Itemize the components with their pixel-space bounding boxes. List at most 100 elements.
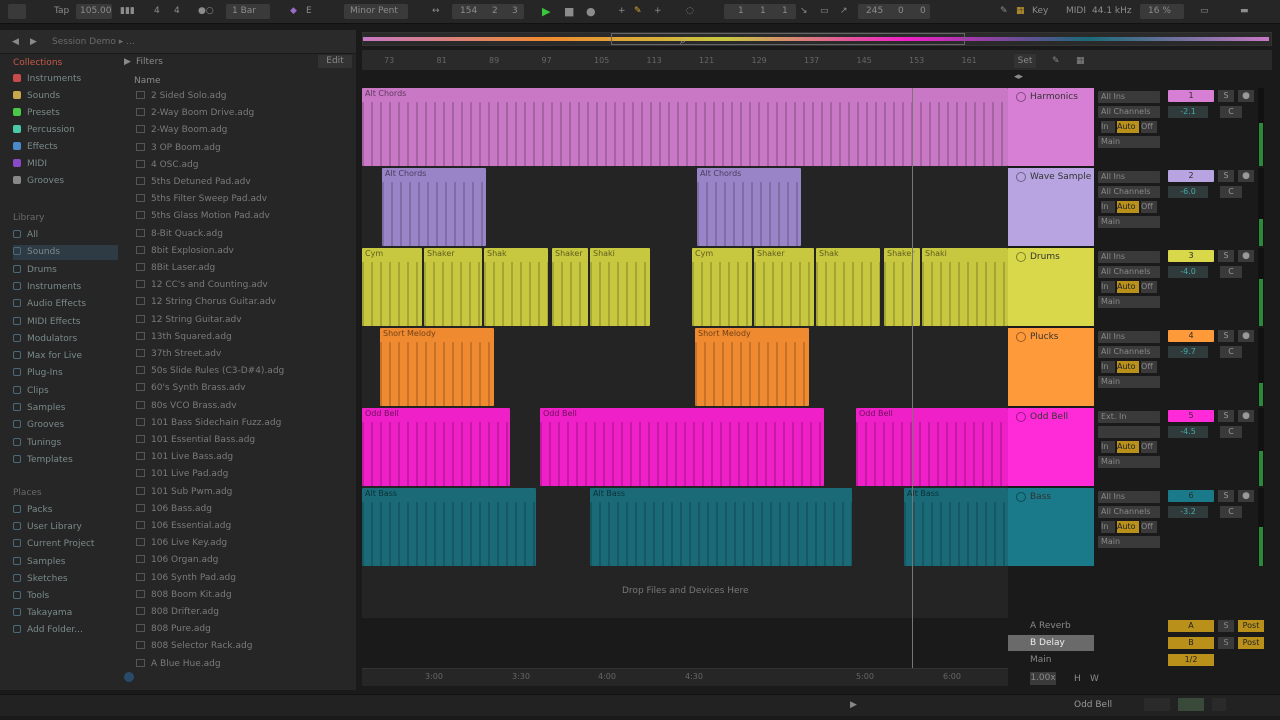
track-activator-button[interactable]: 6 [1168, 490, 1214, 502]
punch-out-icon[interactable]: ↗ [836, 4, 852, 19]
solo-button[interactable]: S [1218, 90, 1234, 102]
pan-knob-icon[interactable]: C [1220, 266, 1242, 278]
punch-in-icon[interactable]: ↘ [796, 4, 812, 19]
preview-icon[interactable] [124, 672, 134, 682]
track-activator-icon[interactable] [1016, 92, 1026, 102]
file-item[interactable]: 60's Synth Brass.adv [136, 380, 246, 397]
file-item[interactable]: 2 Sided Solo.adg [136, 88, 227, 105]
places-item[interactable]: Tools [13, 589, 49, 604]
track-header[interactable]: Drums [1008, 248, 1094, 326]
track-header[interactable]: Odd Bell [1008, 408, 1094, 486]
arrangement-clip[interactable]: Shaker [552, 248, 588, 326]
monitor-off-button[interactable]: Off [1141, 281, 1157, 293]
return-activator[interactable]: B [1168, 637, 1214, 649]
track-activator-button[interactable]: 5 [1168, 410, 1214, 422]
file-item[interactable]: 101 Live Bass.adg [136, 449, 233, 466]
input-type-dropdown[interactable]: All Ins [1098, 171, 1160, 183]
track-name[interactable]: Wave Sample [1030, 172, 1091, 182]
collection-item[interactable]: MIDI [13, 157, 47, 172]
input-type-dropdown[interactable]: All Ins [1098, 491, 1160, 503]
stop-icon[interactable]: ■ [560, 4, 578, 19]
places-item[interactable]: Current Project [13, 537, 94, 552]
arrangement-clip[interactable]: Odd Bell [362, 408, 510, 486]
library-item[interactable]: Sounds [13, 245, 118, 261]
file-item[interactable]: 50s Slide Rules (C3-D#4).adg [136, 363, 284, 380]
file-item[interactable]: 8bit Explosion.adv [136, 243, 234, 260]
track-volume[interactable]: -2.1 [1168, 106, 1208, 118]
file-item[interactable]: 106 Synth Pad.adg [136, 570, 236, 587]
grid-icon[interactable]: ▦ [1076, 56, 1085, 66]
tap-button[interactable]: Tap [50, 4, 73, 19]
quantize-dropdown[interactable]: 1 Bar [228, 4, 260, 19]
places-item[interactable]: User Library [13, 520, 82, 535]
position-beat[interactable]: 2 [488, 4, 502, 19]
solo-button[interactable]: S [1218, 490, 1234, 502]
arrangement-clip[interactable]: Alt Chords [382, 168, 486, 246]
track-header[interactable]: Plucks [1008, 328, 1094, 406]
return-activator[interactable]: 1/2 [1168, 654, 1214, 666]
track-activator-button[interactable]: 1 [1168, 90, 1214, 102]
places-item[interactable]: Takayama [13, 606, 72, 621]
track-activator-button[interactable]: 3 [1168, 250, 1214, 262]
collection-item[interactable]: Percussion [13, 123, 75, 138]
file-item[interactable]: 12 String Chorus Guitar.adv [136, 294, 276, 311]
track-header[interactable]: Bass [1008, 488, 1094, 566]
loop-icon[interactable]: ▭ [816, 4, 833, 19]
edit-set-icon[interactable]: ✎ [1052, 56, 1060, 66]
file-item[interactable]: 808 Pure.adg [136, 621, 211, 638]
output-dropdown[interactable]: Main [1098, 536, 1160, 548]
file-item[interactable]: 5ths Detuned Pad.adv [136, 174, 251, 191]
signature-denominator[interactable]: 4 [170, 4, 184, 19]
arm-icon[interactable]: ● [1238, 170, 1254, 182]
track-name[interactable]: Bass [1030, 492, 1051, 502]
position-sixteenth[interactable]: 3 [508, 4, 522, 19]
filters-label[interactable]: Filters [136, 57, 163, 67]
file-item[interactable]: 106 Organ.adg [136, 552, 218, 569]
pan-knob-icon[interactable]: C [1220, 346, 1242, 358]
name-column-header[interactable]: Name [134, 76, 161, 86]
detail-view-icon[interactable] [1212, 698, 1226, 711]
file-item[interactable]: 101 Sub Pwm.adg [136, 484, 232, 501]
input-channel-dropdown[interactable]: All Channels [1098, 186, 1160, 198]
session-view-icon[interactable] [1144, 698, 1170, 711]
track-header[interactable]: Wave Sample [1008, 168, 1094, 246]
file-item[interactable]: 106 Live Key.adg [136, 535, 227, 552]
automation-arm-icon[interactable]: ✎ [630, 4, 646, 19]
input-channel-dropdown[interactable] [1098, 426, 1160, 438]
position-bar[interactable]: 154 [456, 4, 481, 19]
track-volume[interactable]: -4.0 [1168, 266, 1208, 278]
monitor-in-button[interactable]: In [1101, 121, 1115, 133]
signature-numerator[interactable]: 4 [150, 4, 164, 19]
arrangement-clip[interactable]: Odd Bell [856, 408, 1008, 486]
key-map-icon[interactable]: ▦ [1012, 4, 1029, 19]
loop-start-beat[interactable]: 1 [756, 4, 770, 19]
input-channel-dropdown[interactable]: All Channels [1098, 266, 1160, 278]
collection-item[interactable]: Effects [13, 140, 58, 155]
track-activator-icon[interactable] [1016, 252, 1026, 262]
track-name[interactable]: Harmonics [1030, 92, 1078, 102]
arrangement-position-icon[interactable]: ↔ [428, 4, 444, 19]
arrangement-clip[interactable]: Shaker [424, 248, 482, 326]
places-item[interactable]: Add Folder... [13, 623, 83, 638]
places-item[interactable]: Samples [13, 555, 65, 570]
loop-length-beat[interactable]: 0 [894, 4, 908, 19]
arrangement-clip[interactable]: Short Melody [695, 328, 809, 406]
library-item[interactable]: Clips [13, 384, 49, 399]
arrangement-clip[interactable]: Cym [362, 248, 422, 326]
loop-start-sixteenth[interactable]: 1 [778, 4, 792, 19]
file-item[interactable]: 106 Essential.adg [136, 518, 231, 535]
detail-play-icon[interactable]: ▶ [850, 700, 857, 710]
monitor-off-button[interactable]: Off [1141, 521, 1157, 533]
monitor-off-button[interactable]: Off [1141, 361, 1157, 373]
library-item[interactable]: Grooves [13, 418, 64, 433]
return-solo-button[interactable]: S [1218, 620, 1234, 632]
library-item[interactable]: Drums [13, 263, 57, 278]
track-name[interactable]: Drums [1030, 252, 1060, 262]
set-button[interactable]: Set [1014, 54, 1036, 68]
monitor-auto-button[interactable]: Auto [1117, 201, 1139, 213]
pan-knob-icon[interactable]: C [1220, 506, 1242, 518]
monitor-auto-button[interactable]: Auto [1117, 521, 1139, 533]
file-item[interactable]: 3 OP Boom.adg [136, 140, 221, 157]
collection-item[interactable]: Grooves [13, 174, 64, 189]
arrangement-height-icon[interactable]: H [1074, 674, 1081, 684]
